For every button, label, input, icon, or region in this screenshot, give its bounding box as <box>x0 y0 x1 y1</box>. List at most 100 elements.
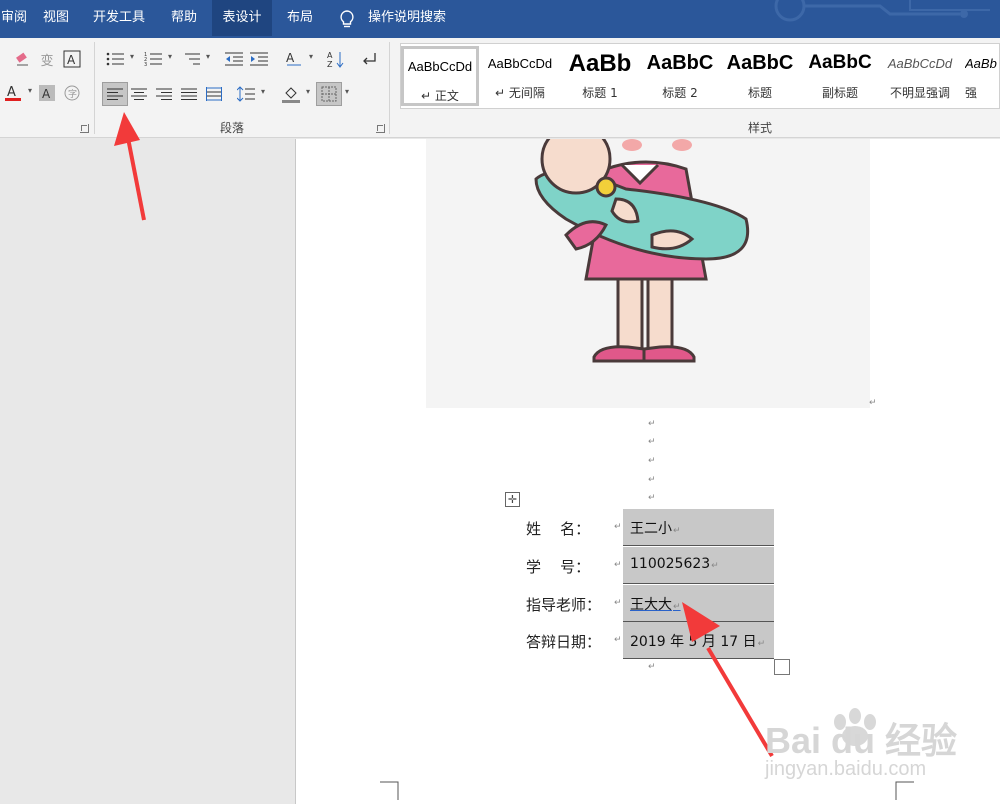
paragraph-dialog-launcher-icon[interactable] <box>376 124 385 133</box>
menu-bar: 审阅 视图 开发工具 帮助 表设计 布局 操作说明搜索 <box>0 0 1000 38</box>
shading-icon[interactable] <box>280 83 310 105</box>
cartoon-picture[interactable] <box>426 139 870 408</box>
table-row: 姓 名： ↵ 王二小↵ <box>526 509 1000 546</box>
styles-gallery: AaBbCcDd ↵ 正文 AaBbCcDd ↵ 无间隔 AaBb 标题 1 A… <box>400 43 1000 109</box>
style-heading-2[interactable]: AaBbC 标题 2 <box>641 46 719 106</box>
justify-icon[interactable] <box>178 83 200 105</box>
borders-icon[interactable] <box>316 82 349 106</box>
paragraph-mark: ↵ <box>648 456 656 466</box>
svg-text:A: A <box>67 53 76 67</box>
paragraph-group-label: 段落 <box>219 121 244 135</box>
cell-value-text: 王二小 <box>630 521 672 537</box>
svg-text:字: 字 <box>68 88 77 100</box>
multilevel-list-icon[interactable] <box>180 48 210 70</box>
style-subtitle[interactable]: AaBbC 副标题 <box>801 46 879 106</box>
baidu-watermark: Bai du 经验 jingyan.baidu.com <box>765 692 1000 792</box>
decrease-indent-icon[interactable] <box>223 48 245 70</box>
show-formatting-marks-icon[interactable] <box>358 48 380 70</box>
paragraph-mark: ↵ <box>648 437 656 447</box>
paragraph-mark: ↵ <box>648 419 656 429</box>
menu-view[interactable]: 视图 <box>36 0 76 36</box>
paragraph-mark: ↵ <box>648 662 656 672</box>
svg-text:A: A <box>327 51 333 60</box>
menu-review[interactable]: 审阅 <box>0 0 28 36</box>
ribbon: 变 A A A 字 123 A AZ <box>0 38 1000 138</box>
menu-developer[interactable]: 开发工具 <box>84 0 154 36</box>
font-dialog-launcher-icon[interactable] <box>80 124 89 133</box>
style-no-spacing[interactable]: AaBbCcDd ↵ 无间隔 <box>481 46 559 106</box>
line-spacing-icon[interactable] <box>235 83 265 105</box>
cell-value-text: 110025623 <box>630 556 711 572</box>
row-label: 答辩日期： <box>526 633 602 651</box>
table-cell[interactable]: 110025623↵ <box>623 547 774 584</box>
style-name: 副标题 <box>821 86 858 100</box>
style-preview: AaBbC <box>726 52 794 74</box>
align-right-icon[interactable] <box>153 83 175 105</box>
style-preview: AaBb <box>568 50 632 77</box>
cell-mark: ↵ <box>614 598 622 608</box>
style-emphasis[interactable]: AaBb 强 <box>961 46 1000 106</box>
style-name: 强 <box>965 86 978 100</box>
style-normal[interactable]: AaBbCcDd ↵ 正文 <box>401 46 479 106</box>
increase-indent-icon[interactable] <box>248 48 270 70</box>
style-name: 标题 1 <box>582 86 618 100</box>
menu-layout[interactable]: 布局 <box>278 0 322 36</box>
svg-text:3: 3 <box>144 62 147 66</box>
style-heading-1[interactable]: AaBb 标题 1 <box>561 46 639 106</box>
table-move-handle-icon[interactable]: ✛ <box>505 492 520 507</box>
cell-mark: ↵ <box>673 526 681 536</box>
watermark-brand: Bai du 经验 <box>765 720 958 761</box>
clear-formatting-icon[interactable] <box>12 48 34 70</box>
sort-icon[interactable]: AZ <box>325 48 347 70</box>
cell-mark: ↵ <box>711 561 719 571</box>
cell-value: 110025623↵ <box>630 556 719 572</box>
cell-mark: ↵ <box>614 635 622 645</box>
distributed-align-icon[interactable] <box>203 83 225 105</box>
style-name: 标题 <box>747 86 772 100</box>
style-name: 标题 2 <box>662 86 698 100</box>
paragraph-mark: ↵ <box>648 475 656 485</box>
character-border-icon[interactable]: A <box>61 48 83 70</box>
align-left-icon[interactable] <box>102 82 128 106</box>
crop-mark-icon <box>380 781 399 800</box>
style-title[interactable]: AaBbC 标题 <box>721 46 799 106</box>
cell-value-text: 王大大 <box>630 597 672 613</box>
character-shading-icon[interactable]: A <box>36 82 58 104</box>
ribbon-separator <box>389 42 390 134</box>
table-cell[interactable]: 王二小↵ <box>623 509 774 546</box>
row-label: 学 号： <box>526 558 591 576</box>
svg-text:A: A <box>286 51 295 65</box>
chinese-layout-icon[interactable]: A <box>283 48 313 70</box>
align-center-icon[interactable] <box>128 83 150 105</box>
mother-and-baby-illustration <box>534 139 749 363</box>
style-name-text: 无间隔 <box>508 86 545 100</box>
bullets-icon[interactable] <box>104 48 134 70</box>
watermark-url: jingyan.baidu.com <box>765 758 927 780</box>
cell-mark: ↵ <box>614 522 622 532</box>
enclose-characters-icon[interactable]: 字 <box>61 82 83 104</box>
ribbon-separator <box>94 42 95 134</box>
style-subtle-emphasis[interactable]: AaBbCcDd 不明显强调 <box>881 46 959 106</box>
menu-help[interactable]: 帮助 <box>162 0 206 36</box>
row-label: 姓 名： <box>526 520 591 538</box>
styles-group-label: 样式 <box>747 121 772 135</box>
style-name: ↵ 正文 <box>421 89 459 103</box>
cell-value: 王大大↵ <box>630 594 681 614</box>
font-color-icon[interactable]: A <box>2 82 32 104</box>
phonetic-guide-icon[interactable]: 变 <box>36 48 58 70</box>
paragraph-mark: ↵ <box>648 493 656 503</box>
style-preview: AaBbC <box>808 52 872 73</box>
left-margin-area <box>0 139 296 804</box>
style-preview: AaBbC <box>646 52 714 74</box>
numbering-icon[interactable]: 123 <box>142 48 172 70</box>
style-name: ↵ 无间隔 <box>495 86 545 100</box>
paragraph-mark: ↵ <box>869 398 877 408</box>
menu-table-design[interactable]: 表设计 <box>212 0 272 36</box>
tell-me-search[interactable]: 操作说明搜索 <box>362 0 452 36</box>
cell-value: 王二小↵ <box>630 518 681 538</box>
style-name: 不明显强调 <box>889 86 950 100</box>
row-label: 指导老师： <box>526 596 602 614</box>
style-name-text: 正文 <box>434 89 459 103</box>
title-bar-decoration <box>774 0 990 22</box>
table-row: 学 号： ↵ 110025623↵ <box>526 547 1000 584</box>
